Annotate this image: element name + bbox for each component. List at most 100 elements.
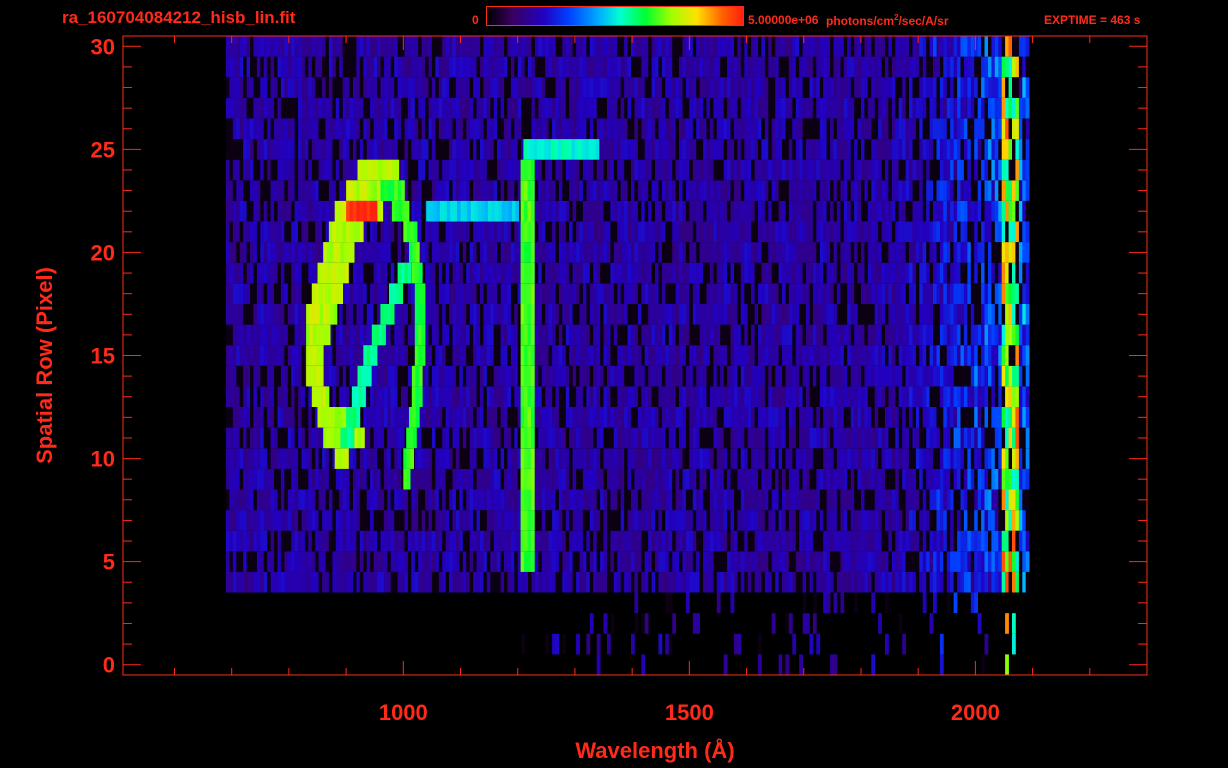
heatmap-cell [764, 365, 769, 387]
heatmap-cell [661, 159, 666, 181]
heatmap-cell [915, 489, 920, 511]
heatmap-cell [270, 510, 275, 531]
heatmap-cell [888, 468, 893, 490]
heatmap-cell [1025, 530, 1030, 552]
heatmap-cell [823, 407, 827, 428]
heatmap-cell [483, 180, 488, 201]
heatmap-cell [751, 324, 755, 346]
heatmap-cell [510, 345, 515, 366]
heatmap-cell [734, 283, 738, 304]
heatmap-cell [342, 365, 347, 387]
heatmap-cell [730, 489, 735, 511]
heatmap-cell [936, 551, 941, 572]
heatmap-cell [308, 427, 313, 449]
heatmap-cell [634, 468, 639, 490]
heatmap-cell [658, 262, 663, 284]
heatmap-cell [761, 571, 766, 593]
heatmap-cell [689, 242, 694, 263]
heatmap-cell [507, 221, 512, 243]
heatmap-cell [943, 221, 948, 243]
heatmap-cell [720, 324, 724, 346]
heatmap-cell [843, 551, 848, 572]
heatmap-cell [607, 262, 611, 284]
heatmap-cell [462, 324, 467, 346]
heatmap-cell [1025, 324, 1030, 346]
heatmap-cell [764, 304, 769, 325]
heatmap-cell [541, 159, 546, 181]
heatmap-cell [603, 551, 608, 572]
heatmap-cell [939, 221, 944, 243]
heatmap-cell [661, 386, 666, 407]
heatmap-cell [668, 468, 673, 490]
heatmap-cell [706, 365, 711, 387]
heatmap-cell [929, 427, 934, 449]
heatmap-cell [294, 427, 299, 449]
heatmap-cell [830, 283, 834, 304]
heatmap-cell [641, 654, 646, 675]
heatmap-cell [277, 448, 282, 469]
heatmap-cell [799, 180, 803, 201]
heatmap-cell [455, 551, 460, 572]
heatmap-cell [613, 407, 618, 428]
heatmap-cell [555, 262, 560, 284]
heatmap-cell [600, 200, 604, 222]
heatmap-cell [497, 221, 501, 243]
heatmap-cell [799, 448, 803, 469]
heatmap-cell [974, 407, 978, 428]
heatmap-cell [795, 448, 800, 469]
heatmap-cell [946, 365, 951, 387]
heatmap-cell [933, 489, 937, 511]
heatmap-cell [929, 304, 934, 325]
heatmap-cell [734, 221, 738, 243]
heatmap-cell [946, 304, 951, 325]
heatmap-cell [926, 262, 930, 284]
heatmap-cell [737, 510, 742, 531]
heatmap-cell [668, 221, 673, 243]
heatmap-cell [593, 407, 597, 428]
heatmap-cell [977, 365, 982, 387]
heatmap-cell [541, 221, 546, 243]
heatmap-cell [895, 304, 900, 325]
heatmap-cell [600, 345, 604, 366]
heatmap-cell [226, 242, 230, 263]
heatmap-cell [699, 448, 704, 469]
heatmap-cell [1022, 180, 1027, 201]
heatmap-cell [627, 180, 632, 201]
heatmap-cell [490, 304, 495, 325]
heatmap-cell [589, 407, 594, 428]
heatmap-cell [1012, 221, 1016, 243]
heatmap-cell [716, 283, 721, 304]
heatmap-cell [819, 304, 824, 325]
heatmap-cell [256, 221, 261, 243]
heatmap-cell [895, 386, 900, 407]
heatmap-cell [744, 448, 749, 469]
heatmap-cell [377, 242, 381, 263]
heatmap-cell [250, 448, 254, 469]
heatmap-cell [771, 510, 776, 531]
heatmap-cell [737, 489, 742, 511]
heatmap-cell [377, 489, 381, 511]
heatmap-cell [699, 221, 704, 243]
heatmap-cell [830, 365, 834, 387]
heatmap-cell [514, 551, 519, 572]
heatmap-cell [857, 345, 862, 366]
heatmap-cell [802, 407, 807, 428]
heatmap-cell [476, 386, 481, 407]
heatmap-cell [267, 427, 271, 449]
heatmap-cell [939, 530, 944, 552]
heatmap-cell [435, 345, 440, 366]
heatmap-cell [775, 262, 779, 284]
heatmap-cell [816, 159, 821, 181]
heatmap-cell [500, 468, 505, 490]
heatmap-cell [843, 262, 848, 284]
heatmap-cell [974, 571, 978, 593]
heatmap-cell [504, 551, 508, 572]
heatmap-cell [473, 530, 477, 552]
heatmap-cell [514, 386, 519, 407]
heatmap-cell [435, 242, 440, 263]
heatmap-cell [761, 468, 766, 490]
heatmap-cell [692, 468, 697, 490]
heatmap-cell [706, 200, 711, 222]
heatmap-cell [685, 407, 690, 428]
heatmap-cell [428, 365, 433, 387]
